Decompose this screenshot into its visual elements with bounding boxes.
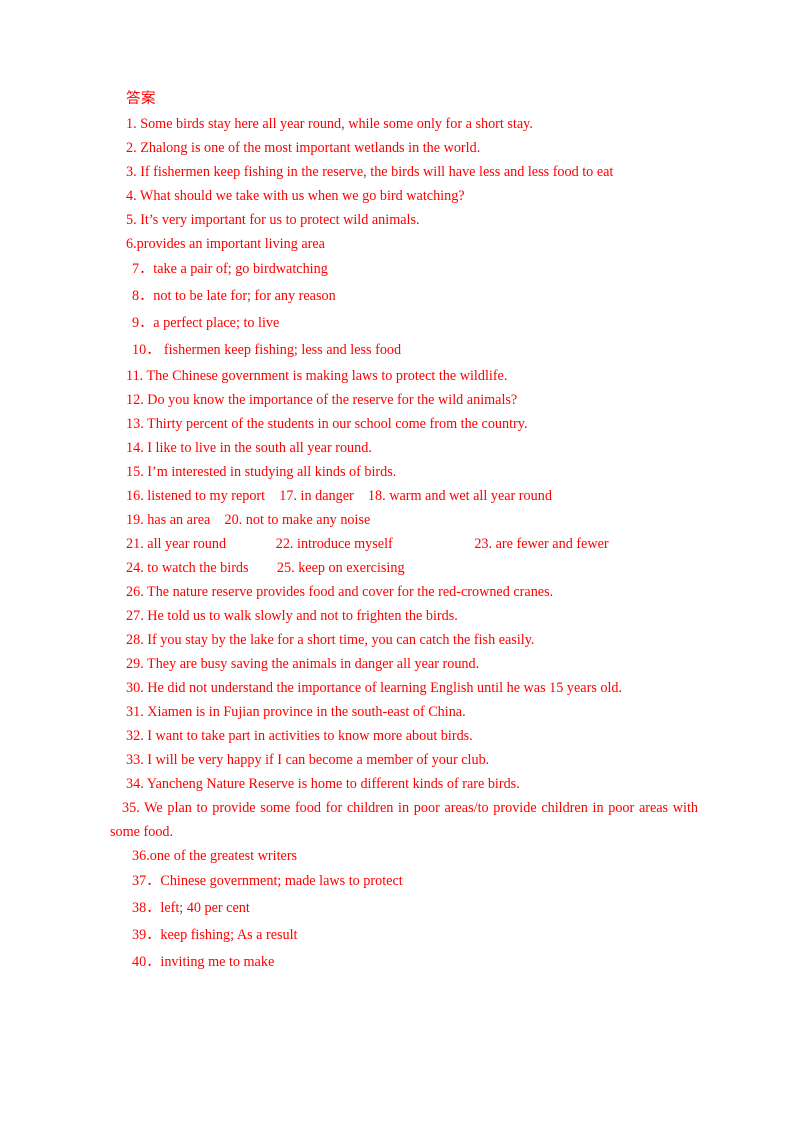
answer-item-35: 35. We plan to provide some food for chi… — [110, 800, 698, 840]
answer-item-9: 9．a perfect place; to live — [132, 315, 280, 331]
answer-items-16-18: 16. listened to my report 17. in danger … — [126, 488, 552, 504]
answer-item-33: 33. I will be very happy if I can become… — [126, 752, 490, 768]
answer-group-36-40: 36.one of the greatest writers 37．Chines… — [126, 844, 698, 976]
answer-item-13: 13. Thirty percent of the students in ou… — [126, 416, 528, 432]
answer-item-26: 26. The nature reserve provides food and… — [126, 584, 554, 600]
answer-item-5: 5. It’s very important for us to protect… — [126, 212, 420, 228]
answer-items-21-23: 21. all year round 22. introduce myself … — [126, 536, 609, 552]
answer-item-31: 31. Xiamen is in Fujian province in the … — [126, 704, 466, 720]
answer-item-6: 6.provides an important living area — [126, 236, 325, 252]
answer-group-11-25: 11. The Chinese government is making law… — [126, 364, 698, 580]
answer-item-2: 2. Zhalong is one of the most important … — [126, 140, 481, 156]
answer-item-4: 4. What should we take with us when we g… — [126, 188, 465, 204]
answer-item-12: 12. Do you know the importance of the re… — [126, 392, 518, 408]
answer-item-1: 1. Some birds stay here all year round, … — [126, 116, 533, 132]
document-page: 答案 1. Some birds stay here all year roun… — [0, 0, 794, 1123]
answer-item-7: 7．take a pair of; go birdwatching — [132, 261, 328, 277]
answer-item-3: 3. If fishermen keep fishing in the rese… — [126, 164, 614, 180]
answer-item-28: 28. If you stay by the lake for a short … — [126, 632, 535, 648]
answer-item-30: 30. He did not understand the importance… — [126, 680, 623, 696]
answer-item-29: 29. They are busy saving the animals in … — [126, 656, 480, 672]
answer-group-7-10: 7．take a pair of; go birdwatching 8．not … — [126, 256, 698, 364]
answer-item-32: 32. I want to take part in activities to… — [126, 728, 473, 744]
answer-item-39: 39．keep fishing; As a result — [132, 927, 298, 943]
answer-item-38: 38．left; 40 per cent — [132, 900, 250, 916]
answer-item-11: 11. The Chinese government is making law… — [126, 368, 508, 384]
answer-group-1-6: 1. Some birds stay here all year round, … — [126, 112, 698, 256]
answer-item-37: 37．Chinese government; made laws to prot… — [132, 873, 403, 889]
answer-item-40: 40．inviting me to make — [132, 954, 275, 970]
answer-item-10: 10． fishermen keep fishing; less and les… — [132, 342, 402, 358]
answer-item-14: 14. I like to live in the south all year… — [126, 440, 372, 456]
answer-item-8: 8．not to be late for; for any reason — [132, 288, 336, 304]
answer-item-36: 36.one of the greatest writers — [132, 848, 298, 864]
answer-items-19-20: 19. has an area 20. not to make any nois… — [126, 512, 371, 528]
page-title: 答案 — [126, 91, 156, 107]
answer-item-34: 34. Yancheng Nature Reserve is home to d… — [126, 776, 520, 792]
answer-item-27: 27. He told us to walk slowly and not to… — [126, 608, 458, 624]
answer-group-26-35: 26. The nature reserve provides food and… — [110, 580, 698, 844]
answer-item-15: 15. I’m interested in studying all kinds… — [126, 464, 397, 480]
answer-items-24-25: 24. to watch the birds 25. keep on exerc… — [126, 560, 405, 576]
